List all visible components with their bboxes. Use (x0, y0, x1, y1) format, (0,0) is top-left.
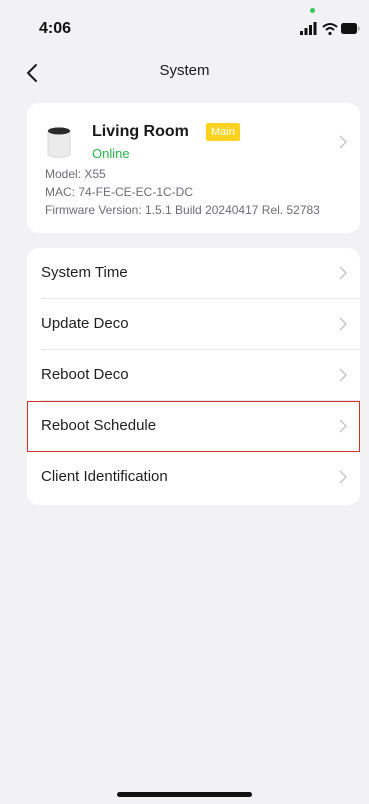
main-badge: Main (206, 123, 240, 141)
chevron-right-icon (339, 317, 347, 331)
menu-item-label: Reboot Deco (41, 366, 129, 383)
system-menu: System Time Update Deco Reboot Deco Rebo… (27, 248, 360, 505)
chevron-right-icon (339, 135, 347, 149)
chevron-right-icon (339, 419, 347, 433)
battery-icon (341, 23, 360, 34)
status-icons (300, 22, 360, 36)
wifi-icon (322, 23, 338, 36)
device-model: Model: X55 (45, 167, 106, 181)
page-title: System (159, 62, 210, 79)
status-bar: 4:06 (0, 0, 369, 54)
nav-bar: System (0, 54, 369, 92)
chevron-right-icon (339, 470, 347, 484)
home-indicator[interactable] (117, 792, 252, 797)
menu-item-reboot-schedule[interactable]: Reboot Schedule (27, 401, 360, 452)
signal-icon (300, 22, 317, 35)
menu-item-reboot-deco[interactable]: Reboot Deco (27, 350, 360, 401)
device-card[interactable]: Living Room Main Online Model: X55 MAC: … (27, 103, 360, 233)
menu-item-client-identification[interactable]: Client Identification (27, 452, 360, 503)
device-mac: MAC: 74-FE-CE-EC-1C-DC (45, 185, 194, 199)
recording-indicator-dot (310, 8, 315, 13)
status-time: 4:06 (39, 20, 72, 37)
chevron-right-icon (339, 368, 347, 382)
menu-item-label: Reboot Schedule (41, 417, 157, 434)
menu-item-update-deco[interactable]: Update Deco (27, 299, 360, 350)
deco-device-icon (46, 126, 72, 160)
chevron-right-icon (339, 266, 347, 280)
menu-item-label: System Time (41, 264, 128, 281)
menu-item-label: Client Identification (41, 468, 168, 485)
device-status: Online (92, 146, 130, 161)
menu-item-system-time[interactable]: System Time (27, 248, 360, 299)
menu-item-label: Update Deco (41, 315, 129, 332)
device-name: Living Room (92, 123, 189, 140)
device-firmware: Firmware Version: 1.5.1 Build 20240417 R… (45, 203, 320, 217)
